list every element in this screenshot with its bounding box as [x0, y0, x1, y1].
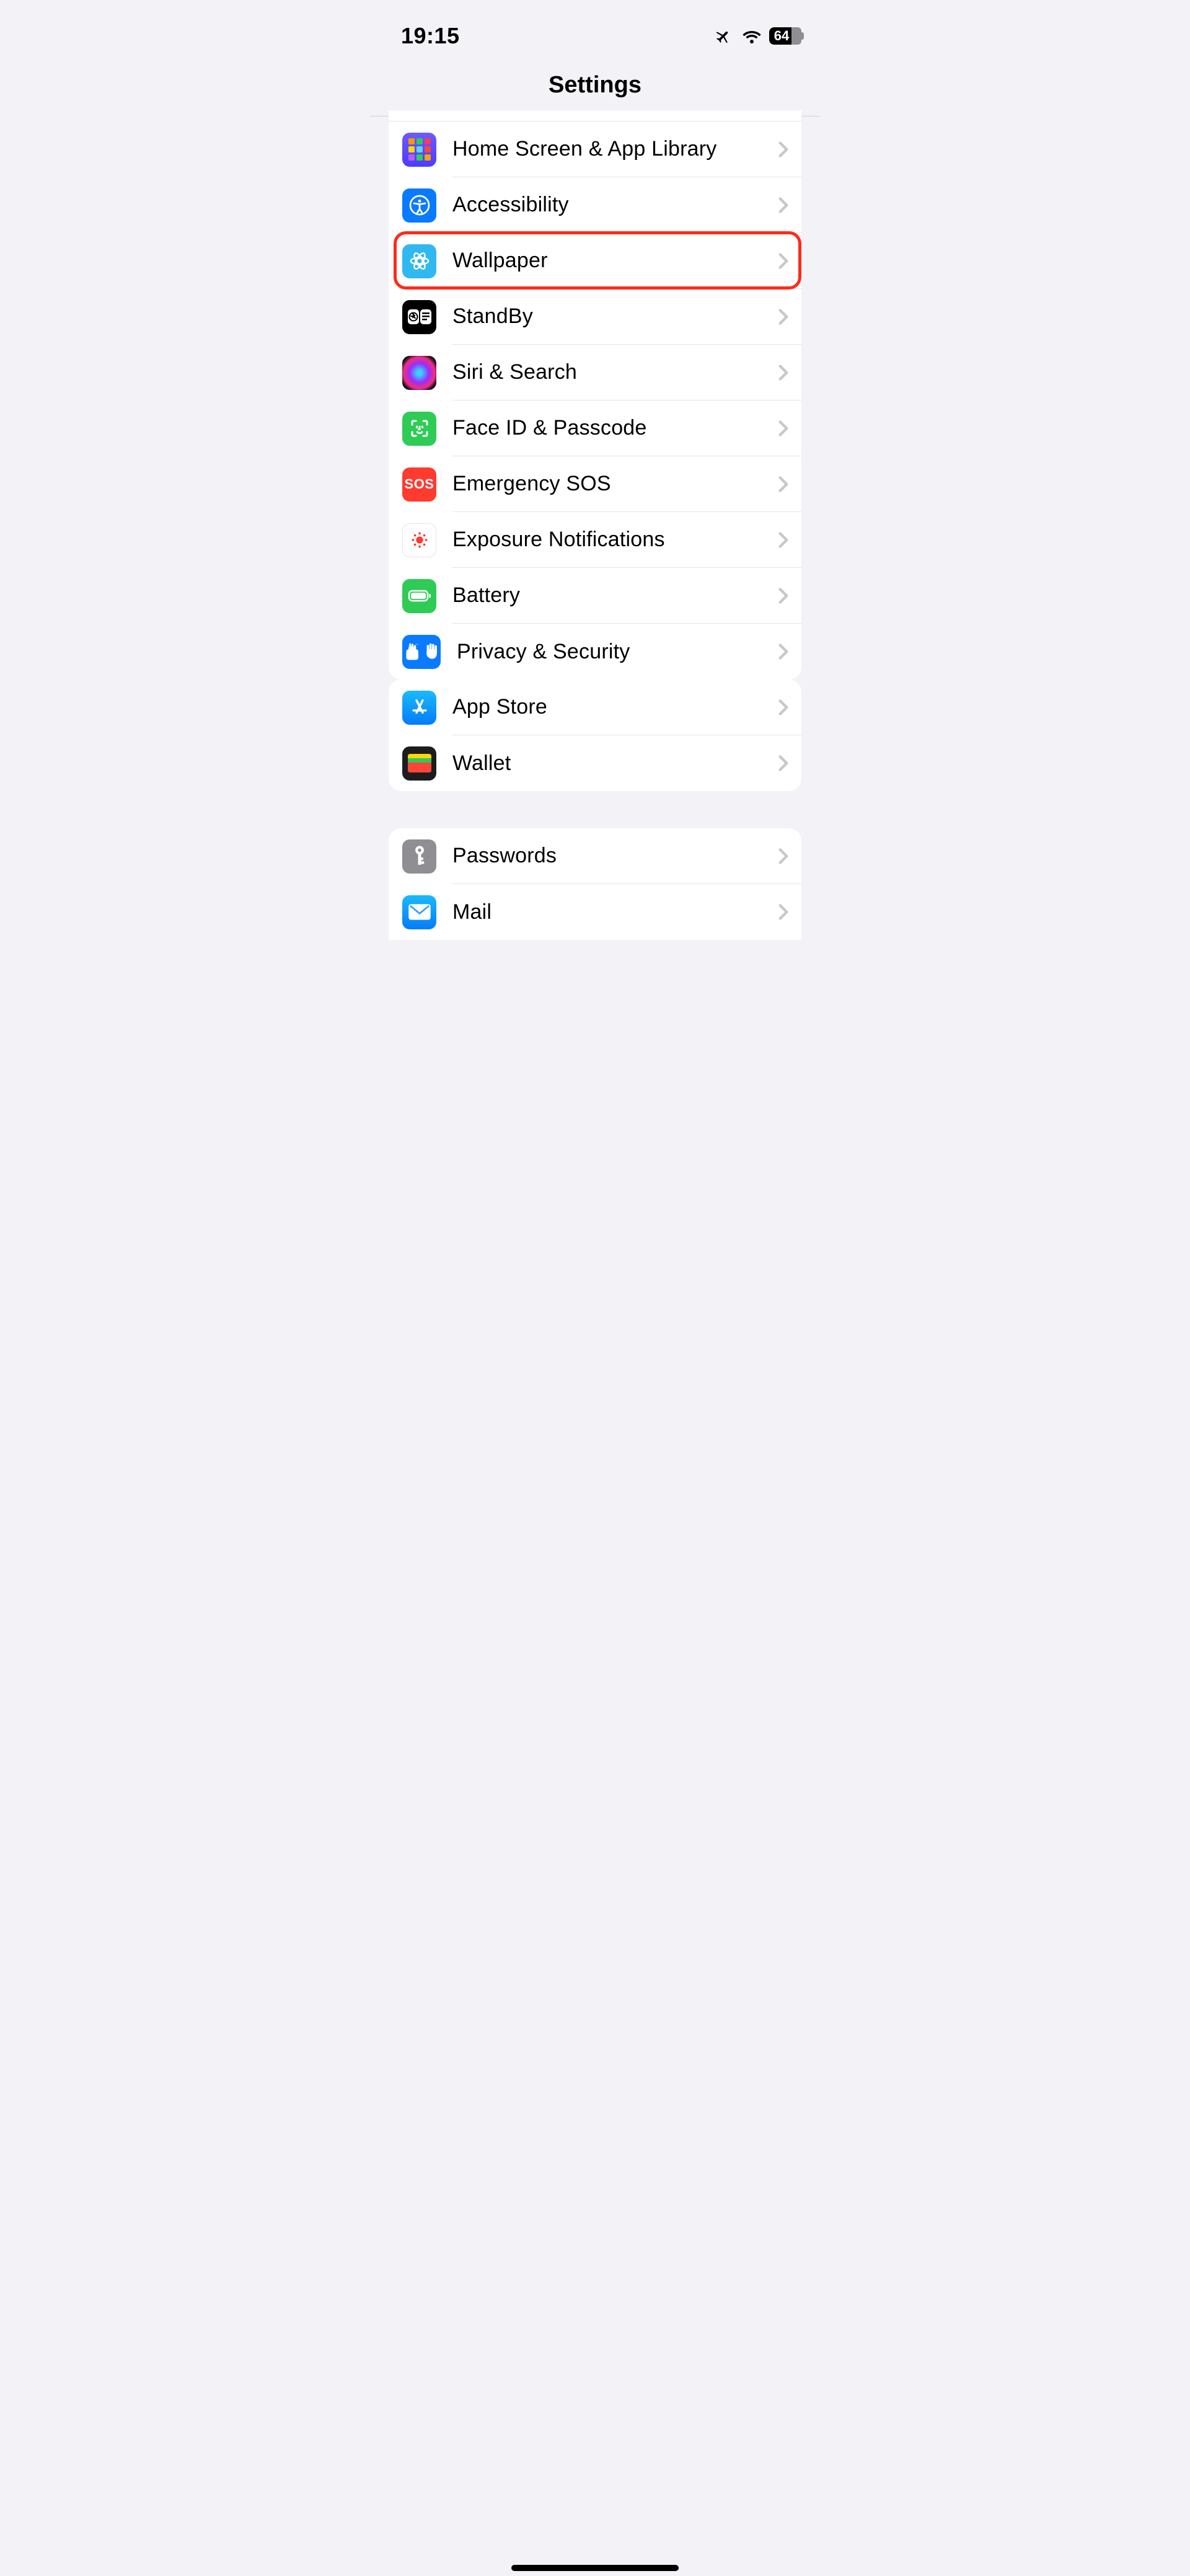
settings-row-standby[interactable]: StandBy — [389, 289, 801, 345]
row-label: StandBy — [452, 304, 778, 329]
chevron-right-icon — [778, 252, 789, 270]
settings-row-appstore[interactable]: App Store — [389, 679, 801, 735]
privacy-icon — [402, 635, 441, 669]
chevron-right-icon — [778, 643, 789, 660]
standby-icon — [402, 300, 436, 334]
settings-row-exposure[interactable]: Exposure Notifications — [389, 512, 801, 568]
chevron-right-icon — [778, 141, 789, 158]
chevron-right-icon — [778, 903, 789, 921]
settings-section-store: App Store Wallet — [389, 679, 801, 791]
airplane-mode-icon — [713, 27, 734, 45]
battery-indicator: 64 — [769, 27, 801, 45]
chevron-right-icon — [778, 197, 789, 214]
battery-percent-text: 64 — [774, 28, 789, 44]
home-screen-icon — [402, 133, 436, 167]
chevron-right-icon — [778, 364, 789, 381]
clipped-row-remnant — [389, 110, 801, 122]
accessibility-icon — [402, 188, 436, 223]
chevron-right-icon — [778, 308, 789, 325]
settings-row-wallet[interactable]: Wallet — [389, 735, 801, 791]
settings-section-accounts: Passwords Mail — [389, 828, 801, 940]
settings-section-general: Home Screen & App Library Accessibility — [389, 110, 801, 679]
chevron-right-icon — [778, 755, 789, 772]
row-label: Exposure Notifications — [452, 528, 778, 552]
status-indicators: 64 — [713, 27, 801, 45]
status-bar: 19:15 64 — [370, 0, 820, 50]
row-label: Home Screen & App Library — [452, 137, 778, 161]
settings-row-mail[interactable]: Mail — [389, 884, 801, 940]
row-label: Emergency SOS — [452, 472, 778, 496]
row-label: Face ID & Passcode — [452, 416, 778, 440]
row-label: Wallet — [452, 751, 778, 776]
mail-icon — [402, 895, 436, 929]
chevron-right-icon — [778, 848, 789, 865]
chevron-right-icon — [778, 699, 789, 716]
sos-icon: SOS — [402, 467, 436, 502]
settings-row-homescreen[interactable]: Home Screen & App Library — [389, 122, 801, 177]
appstore-icon — [402, 691, 436, 725]
chevron-right-icon — [778, 476, 789, 493]
row-label: Wallpaper — [452, 249, 778, 273]
settings-row-siri[interactable]: Siri & Search — [389, 345, 801, 401]
siri-icon — [402, 356, 436, 390]
settings-row-passwords[interactable]: Passwords — [389, 828, 801, 884]
passwords-icon — [402, 839, 436, 874]
settings-row-battery[interactable]: Battery — [389, 568, 801, 624]
chevron-right-icon — [778, 587, 789, 604]
faceid-icon — [402, 412, 436, 446]
settings-row-privacy[interactable]: Privacy & Security — [389, 624, 801, 679]
row-label: App Store — [452, 695, 778, 719]
battery-icon — [402, 579, 436, 613]
row-label: Battery — [452, 583, 778, 608]
chevron-right-icon — [778, 420, 789, 437]
wallet-icon — [402, 746, 436, 781]
settings-row-sos[interactable]: SOS Emergency SOS — [389, 456, 801, 512]
exposure-icon — [402, 523, 436, 557]
row-label: Mail — [452, 900, 778, 924]
row-label: Privacy & Security — [457, 640, 778, 664]
row-label: Accessibility — [452, 193, 778, 217]
wifi-icon — [742, 29, 762, 43]
settings-row-faceid[interactable]: Face ID & Passcode — [389, 401, 801, 456]
status-time: 19:15 — [401, 23, 460, 49]
home-indicator[interactable] — [511, 2565, 679, 2571]
nav-header: Settings — [370, 50, 820, 117]
wallpaper-icon — [402, 244, 436, 278]
row-label: Siri & Search — [452, 360, 778, 384]
settings-row-accessibility[interactable]: Accessibility — [389, 177, 801, 233]
page-title: Settings — [370, 72, 820, 99]
chevron-right-icon — [778, 531, 789, 549]
row-label: Passwords — [452, 844, 778, 868]
settings-row-wallpaper[interactable]: Wallpaper — [389, 233, 801, 289]
